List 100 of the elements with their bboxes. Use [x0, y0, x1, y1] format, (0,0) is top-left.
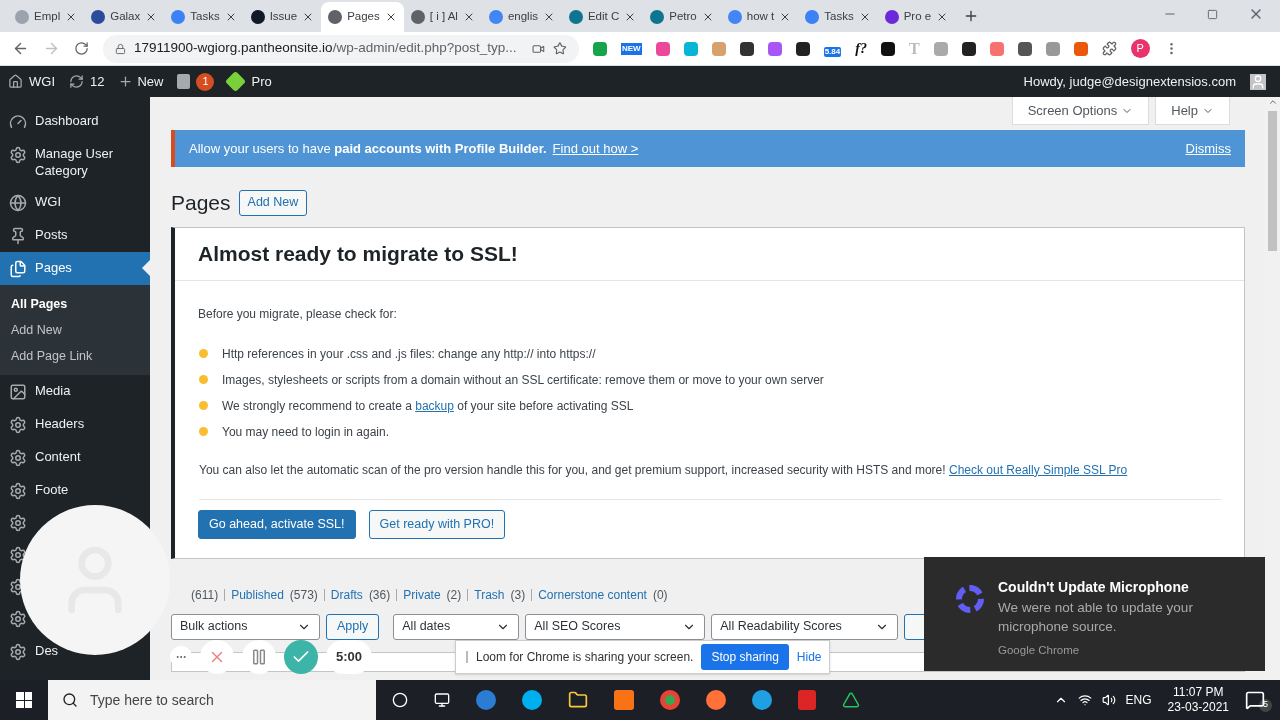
- extension-icon[interactable]: NEW: [621, 42, 642, 55]
- scrollbar-thumb[interactable]: [1268, 111, 1277, 251]
- clock-time[interactable]: 11:07 PM: [1173, 685, 1224, 700]
- browser-tab[interactable]: Edit C: [561, 2, 644, 32]
- star-icon[interactable]: [553, 41, 567, 56]
- wifi-icon[interactable]: [1077, 693, 1092, 707]
- hide-button[interactable]: Hide: [796, 648, 822, 666]
- status-count: (3): [510, 586, 526, 604]
- browser-tab[interactable]: [ i ] Al: [403, 2, 482, 32]
- browser-tab[interactable]: Issue: [243, 2, 322, 32]
- restore-icon[interactable]: [1207, 8, 1218, 20]
- cortana-icon[interactable]: [392, 692, 408, 708]
- extensions-icon[interactable]: [1101, 41, 1117, 56]
- pro-link[interactable]: Pro: [251, 71, 272, 92]
- drag-handle-icon[interactable]: [466, 651, 468, 663]
- browser-tab[interactable]: Empl: [8, 2, 85, 32]
- site-link[interactable]: WGI: [29, 71, 55, 92]
- browser-tab[interactable]: Pages: [321, 2, 404, 32]
- app-icon[interactable]: [842, 691, 860, 709]
- sidebar-item[interactable]: Manage User Category: [0, 138, 140, 186]
- submenu-item[interactable]: All Pages: [0, 291, 150, 317]
- activate-ssl-button[interactable]: Go ahead, activate SSL!: [198, 509, 356, 539]
- bulk-actions-select[interactable]: Bulk actions: [171, 613, 320, 640]
- status-link[interactable]: Published: [231, 585, 284, 604]
- updates-icon: [69, 74, 84, 89]
- status-link[interactable]: Cornerstone content: [538, 585, 647, 604]
- browser-icon[interactable]: [752, 690, 772, 710]
- browser-tab[interactable]: Galax: [84, 2, 165, 32]
- sidebar-item[interactable]: Dashboard: [0, 105, 150, 138]
- sidebar-item[interactable]: Media: [0, 375, 150, 408]
- get-pro-button[interactable]: Get ready with PRO!: [368, 509, 506, 539]
- task-view-icon[interactable]: [434, 692, 450, 708]
- app-icon[interactable]: [522, 690, 542, 710]
- favicon-icon: [171, 10, 186, 24]
- notification-badge[interactable]: 1: [196, 72, 215, 91]
- pro-link[interactable]: Check out Really Simple SSL Pro: [948, 462, 1128, 477]
- scroll-up-icon[interactable]: [1267, 97, 1278, 107]
- browser-tab[interactable]: how t: [720, 2, 799, 32]
- clock-date[interactable]: 23-03-2021: [1167, 700, 1229, 715]
- sidebar-item[interactable]: Foote: [0, 474, 150, 507]
- backup-link[interactable]: backup: [415, 398, 454, 413]
- extension-icon[interactable]: [961, 41, 976, 56]
- browser-tab[interactable]: englis: [481, 2, 562, 32]
- language-indicator[interactable]: ENG: [1125, 691, 1152, 709]
- apply-button[interactable]: Apply: [326, 613, 380, 640]
- page-title: Pages: [171, 190, 231, 216]
- stop-sharing-button[interactable]: Stop sharing: [701, 644, 789, 670]
- screen-meta-tab[interactable]: Screen Options: [1011, 97, 1150, 125]
- menu-icon: [9, 482, 27, 500]
- toast-source: Google Chrome: [998, 643, 1081, 658]
- menu-icon: [9, 449, 27, 467]
- favicon-icon: [91, 10, 106, 24]
- filter-select[interactable]: All SEO Scores: [525, 613, 706, 640]
- browser-tab[interactable]: Petro: [643, 2, 721, 32]
- sidebar-item[interactable]: WGI: [0, 186, 150, 219]
- sidebar-item[interactable]: Content: [0, 441, 150, 474]
- toast-title: Couldn't Update Microphone: [998, 578, 1190, 597]
- browser-tab[interactable]: Tasks: [164, 2, 244, 32]
- status-link[interactable]: Trash: [474, 585, 505, 604]
- sidebar-item[interactable]: Pages: [0, 252, 150, 285]
- submenu-item[interactable]: Add New: [0, 317, 150, 343]
- status-link[interactable]: Drafts: [330, 585, 363, 604]
- notifications-icon[interactable]: [1245, 690, 1265, 710]
- extension-icon[interactable]: [880, 41, 895, 56]
- app-icon[interactable]: [476, 690, 496, 710]
- extension-icon[interactable]: f?: [855, 38, 867, 59]
- sidebar-item[interactable]: Posts: [0, 219, 150, 252]
- browser-icon[interactable]: [706, 690, 726, 710]
- plus-icon: [118, 74, 134, 89]
- extension-icon[interactable]: [1017, 41, 1032, 56]
- reload-icon[interactable]: [74, 41, 89, 56]
- windows-logo-icon[interactable]: [16, 692, 32, 708]
- user-avatar-icon[interactable]: [1250, 73, 1266, 90]
- filter-select[interactable]: All dates: [393, 613, 520, 640]
- extension-icon[interactable]: 5.84: [823, 46, 842, 57]
- screen-meta-tab[interactable]: Help: [1155, 97, 1230, 125]
- lock-icon: [115, 42, 126, 55]
- extension-icon[interactable]: [739, 41, 754, 56]
- profile-avatar[interactable]: P: [1130, 39, 1150, 58]
- favicon-icon: [727, 10, 742, 24]
- extension-icon[interactable]: [795, 41, 810, 56]
- menu-icon: [9, 194, 27, 212]
- greeting-link[interactable]: Howdy, judge@designextensios.com: [1023, 71, 1236, 92]
- taskbar-search-field[interactable]: Type here to search: [48, 680, 376, 720]
- status-count: (0): [652, 586, 668, 604]
- status-count: (2): [446, 586, 462, 604]
- add-new-button[interactable]: Add New: [238, 189, 308, 216]
- updates-count[interactable]: 12: [90, 71, 105, 92]
- filter-select[interactable]: All Readability Scores: [711, 613, 899, 640]
- browser-tab[interactable]: Pro e: [877, 2, 956, 32]
- new-link[interactable]: New: [137, 71, 164, 92]
- address-bar[interactable]: 17911900-wgiorg.pantheonsite.io/wp-admin/edit.php?post_typ...: [103, 34, 579, 63]
- browser-tab[interactable]: Tasks: [798, 2, 878, 32]
- sidebar-item[interactable]: Headers: [0, 408, 150, 441]
- volume-icon[interactable]: [1101, 693, 1116, 707]
- submenu-item[interactable]: Add Page Link: [0, 343, 150, 369]
- folder-icon[interactable]: [568, 690, 588, 710]
- status-link[interactable]: Private: [403, 585, 441, 604]
- browser-icon[interactable]: [660, 690, 680, 710]
- back-icon[interactable]: [12, 40, 29, 57]
